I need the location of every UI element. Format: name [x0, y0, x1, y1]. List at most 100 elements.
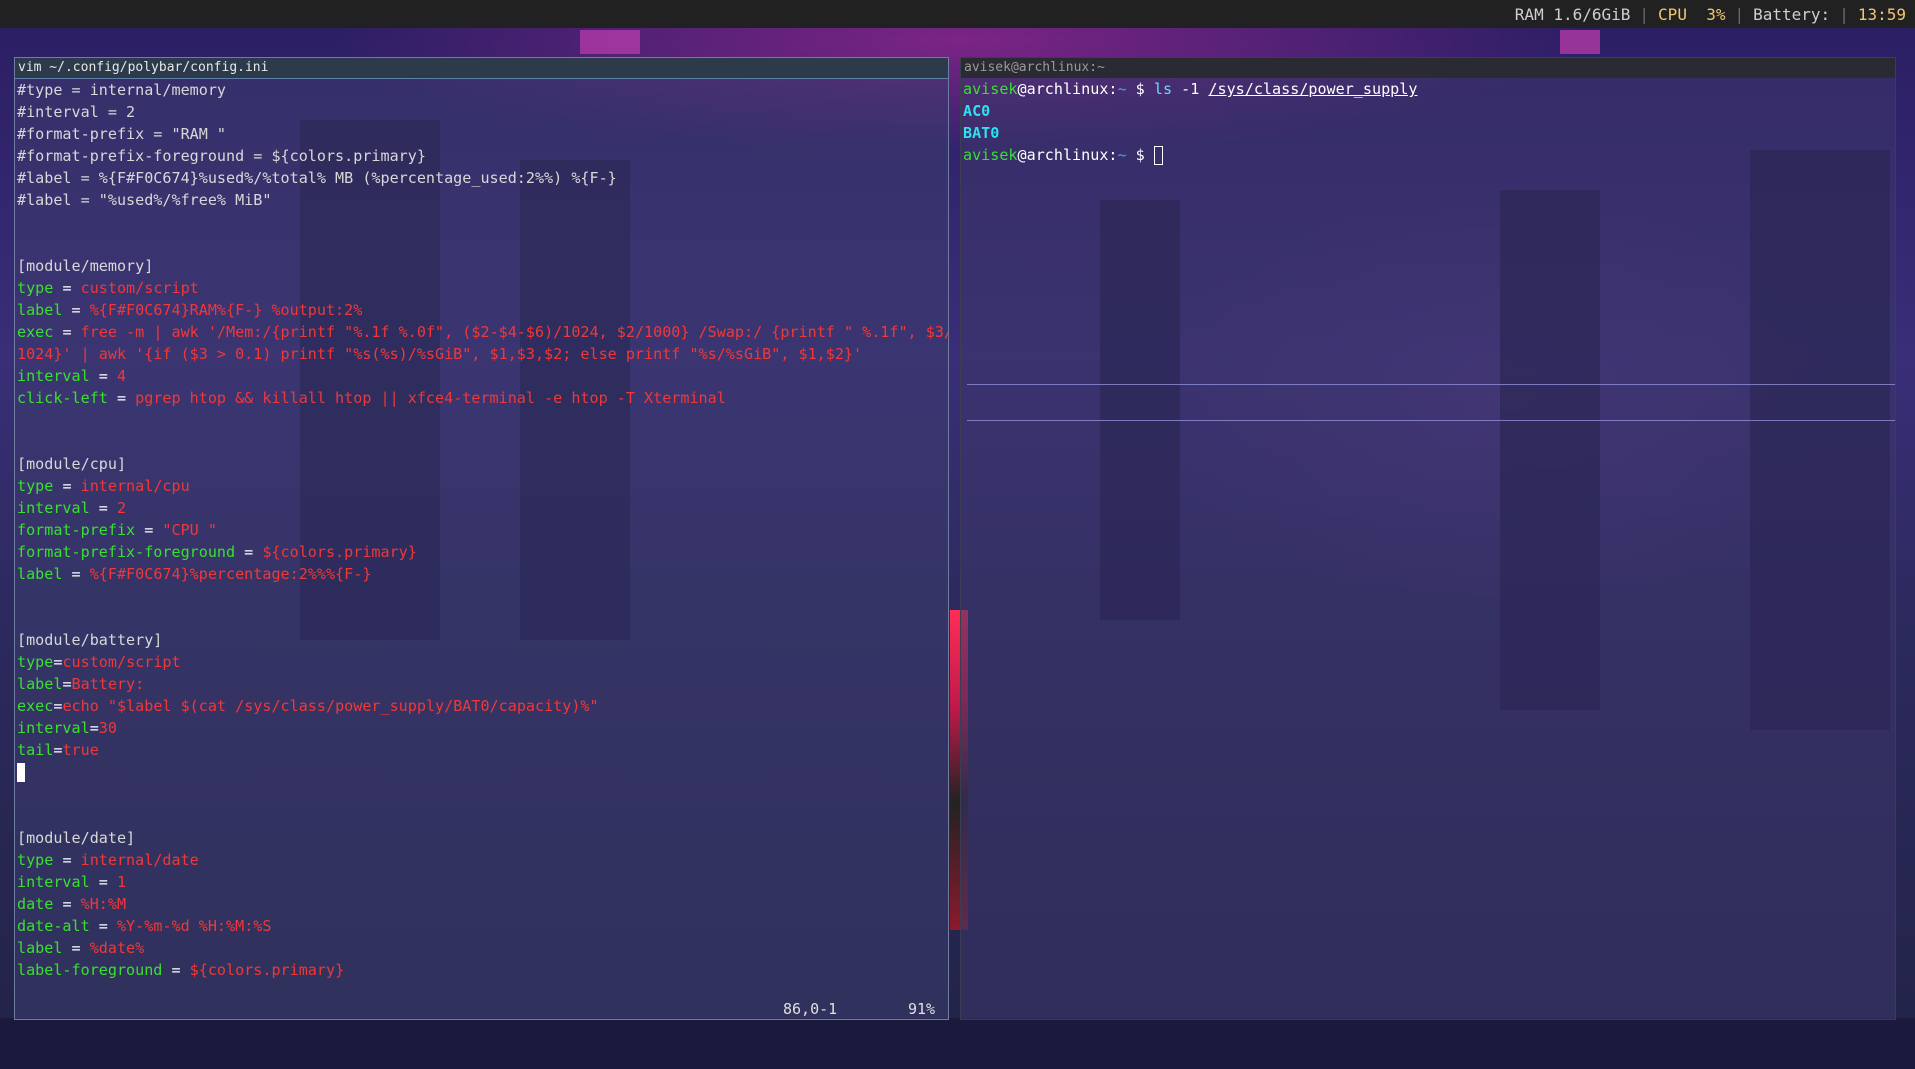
config-key: format-prefix: [17, 521, 136, 539]
wallpaper-neon: [580, 30, 640, 54]
config-key: interval: [17, 367, 90, 385]
config-value: free -m | awk '/Mem:/{printf "%.1f %.0f"…: [80, 323, 948, 341]
wallpaper-neon: [1560, 30, 1600, 54]
vim-window[interactable]: vim ~/.config/polybar/config.ini #type =…: [14, 57, 949, 1020]
config-value: 1024}' | awk '{if ($3 > 0.1) printf "%s(…: [17, 345, 863, 363]
command-flag: -1: [1172, 80, 1209, 98]
code-line: 1024}' | awk '{if ($3 > 0.1) printf "%s(…: [17, 343, 948, 365]
battery-module[interactable]: Battery:: [1753, 5, 1830, 24]
vim-cursor: [17, 763, 25, 782]
config-operator: =: [62, 565, 90, 583]
prompt-symbol: $: [1126, 146, 1154, 164]
config-value: echo "$label $(cat /sys/class/power_supp…: [62, 697, 599, 715]
ram-label: RAM: [1514, 4, 1544, 24]
config-key: label: [17, 675, 63, 693]
scroll-percent: 91%: [908, 1000, 936, 1018]
code-line: click-left = pgrep htop && killall htop …: [17, 387, 948, 409]
config-key: type: [17, 279, 54, 297]
vim-editor[interactable]: #type = internal/memory #interval = 2 #for…: [15, 79, 948, 981]
config-key: label-foreground: [17, 961, 163, 979]
config-key: label: [17, 939, 63, 957]
code-line: #label = %{F#F0C674}%used%/%total% MB (%…: [17, 167, 948, 189]
prompt-symbol: $: [1126, 80, 1154, 98]
config-value: 1: [116, 873, 127, 891]
code-line: exec = free -m | awk '/Mem:/{printf "%.1…: [17, 321, 948, 343]
config-operator: =: [53, 323, 81, 341]
config-value: custom/script: [80, 279, 199, 297]
config-value: %{F#F0C674}RAM%{F-} %output:2%: [89, 301, 363, 319]
config-key: date-alt: [17, 917, 90, 935]
code-line: tail=true: [17, 739, 948, 761]
terminal-line[interactable]: avisek@archlinux:~ $: [963, 144, 1895, 166]
prompt-user: avisek: [963, 80, 1018, 98]
code-line: [module/battery]: [17, 629, 948, 651]
clock[interactable]: 13:59: [1858, 5, 1915, 24]
code-line: format-prefix-foreground = ${colors.prim…: [17, 541, 948, 563]
config-value: custom/script: [62, 653, 181, 671]
separator: |: [1839, 4, 1849, 24]
terminal-content[interactable]: avisek@archlinux:~ $ ls -1 /sys/class/po…: [961, 78, 1895, 166]
code-line: type = custom/script: [17, 277, 948, 299]
config-key: date: [17, 895, 54, 913]
config-value: "CPU ": [162, 521, 217, 539]
config-operator: =: [62, 301, 90, 319]
comment-text: #interval = 2: [17, 103, 136, 121]
code-line: [module/date]: [17, 827, 948, 849]
terminal-line: AC0: [963, 100, 1895, 122]
config-operator: =: [89, 499, 117, 517]
divider-line: [967, 420, 1895, 421]
prompt-user: avisek: [963, 146, 1018, 164]
config-operator: =: [62, 675, 72, 693]
config-value: ${colors.primary}: [262, 543, 417, 561]
code-line: label = %{F#F0C674}RAM%{F-} %output:2%: [17, 299, 948, 321]
config-value: pgrep htop && killall htop || xfce4-term…: [135, 389, 726, 407]
output-entry: BAT0: [963, 124, 1000, 142]
config-operator: =: [89, 917, 117, 935]
comment-text: #label = %{F#F0C674}%used%/%total% MB (%…: [17, 169, 617, 187]
config-key: label: [17, 565, 63, 583]
config-value: %{F#F0C674}%percentage:2%%%{F-}: [89, 565, 372, 583]
ram-module[interactable]: RAM 1.6/6GiB: [1515, 5, 1631, 24]
comment-text: #format-prefix = "RAM ": [17, 125, 227, 143]
config-key: interval: [17, 873, 90, 891]
command-arg[interactable]: /sys/class/power_supply: [1208, 80, 1417, 98]
window-titlebar[interactable]: vim ~/.config/polybar/config.ini: [15, 58, 948, 79]
comment-text: #type = internal/memory: [17, 81, 227, 99]
code-line: [module/memory]: [17, 255, 948, 277]
divider-line: [967, 384, 1895, 385]
prompt-host: @archlinux:: [1017, 80, 1118, 98]
code-line: label=Battery:: [17, 673, 948, 695]
code-line: type=custom/script: [17, 651, 948, 673]
cpu-value: 3%: [1706, 4, 1726, 24]
prompt-path: ~: [1117, 146, 1127, 164]
config-value: ${colors.primary}: [189, 961, 345, 979]
code-line: label-foreground = ${colors.primary}: [17, 959, 948, 981]
code-line: interval = 2: [17, 497, 948, 519]
config-operator: =: [89, 873, 117, 891]
config-value: internal/cpu: [80, 477, 190, 495]
prompt-host: @archlinux:: [1017, 146, 1118, 164]
battery-label: Battery:: [1753, 4, 1831, 24]
code-line: interval=30: [17, 717, 948, 739]
config-operator: =: [235, 543, 263, 561]
code-line: type = internal/date: [17, 849, 948, 871]
code-line: #type = internal/memory: [17, 79, 948, 101]
cpu-module[interactable]: CPU 3%: [1658, 5, 1725, 24]
config-value: %date%: [89, 939, 145, 957]
separator: |: [1734, 4, 1745, 24]
config-operator: =: [53, 895, 81, 913]
section-header: [module/memory]: [17, 257, 154, 275]
code-line: type = internal/cpu: [17, 475, 948, 497]
terminal-window[interactable]: avisek@archlinux:~ avisek@archlinux:~ $ …: [960, 57, 1896, 1020]
config-key: format-prefix-foreground: [17, 543, 236, 561]
config-value: internal/date: [80, 851, 199, 869]
code-line: interval = 1: [17, 871, 948, 893]
prompt-path: ~: [1117, 80, 1127, 98]
window-titlebar[interactable]: avisek@archlinux:~: [961, 58, 1895, 78]
